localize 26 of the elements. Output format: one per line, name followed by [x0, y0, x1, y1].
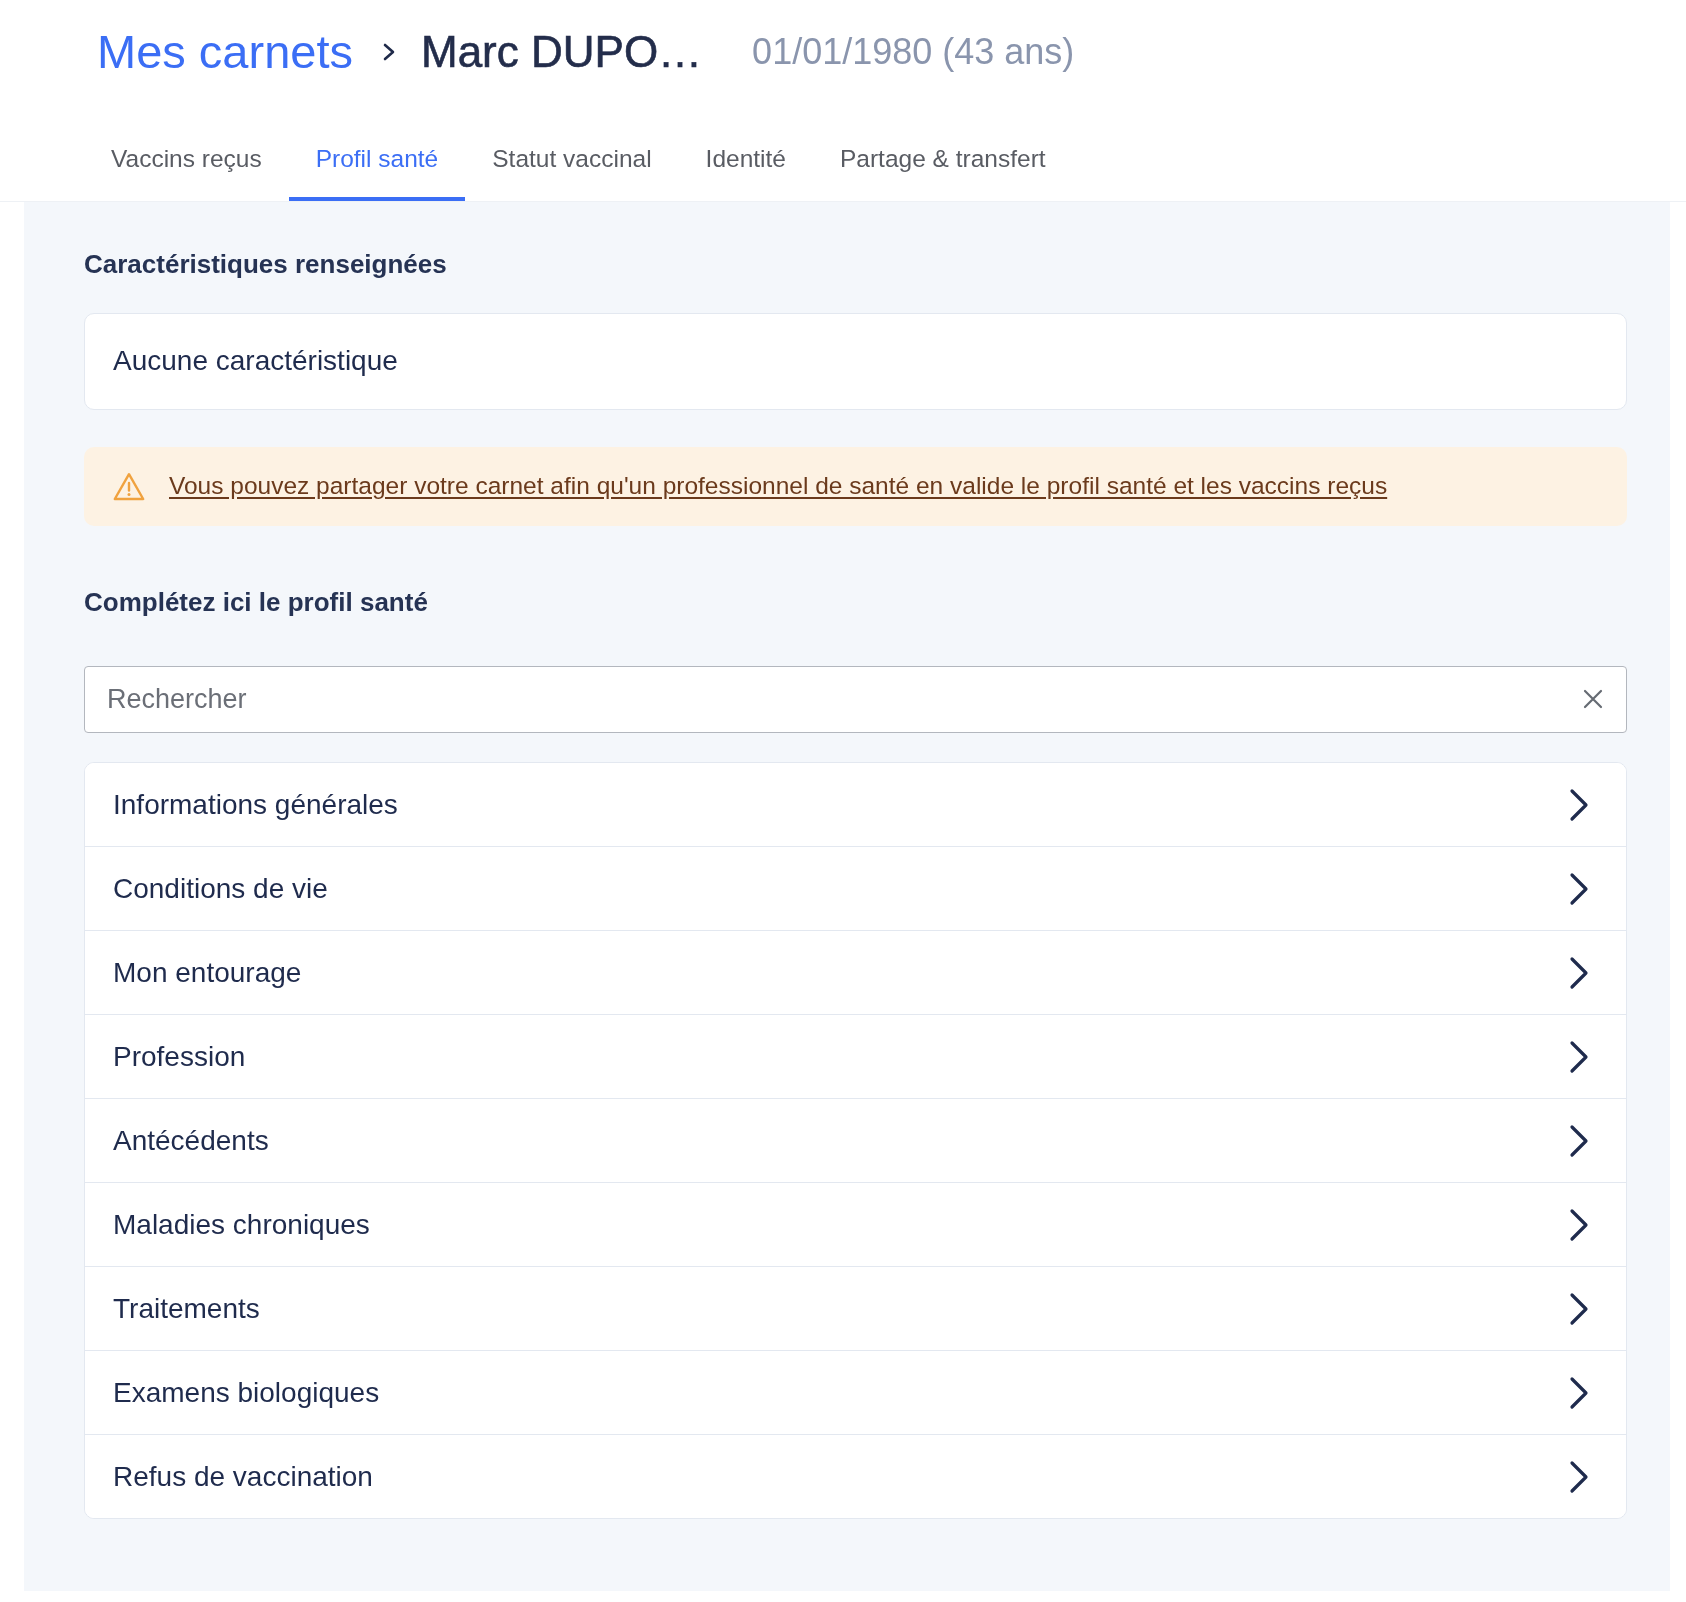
section-heading: Complétez ici le profil santé	[84, 587, 429, 617]
section-heading: Caractéristiques renseignées	[84, 249, 448, 279]
patient-name: Marc DUPO…	[421, 26, 703, 78]
tab[interactable]: Partage & transfert	[812, 125, 1073, 201]
birth-date: 01/01/1980 (43 ans)	[752, 30, 1075, 74]
chevron-right-icon	[1569, 955, 1589, 990]
empty-state-text: Aucune caractéristique	[113, 345, 398, 376]
breadcrumb-link[interactable]: Mes carnets	[97, 25, 353, 79]
chevron-right-icon	[1569, 787, 1589, 822]
clear-button[interactable]	[1581, 687, 1605, 711]
chevron-right-icon	[1569, 1291, 1589, 1326]
tab[interactable]: Identité	[678, 125, 813, 201]
share-link[interactable]: Vous pouvez partager votre carnet afin qu'un professionnel de santé en valide le profil santé et les vaccins reçus	[169, 471, 1388, 501]
tab[interactable]: Statut vaccinal	[465, 125, 679, 201]
chevron-right-icon	[1569, 1207, 1589, 1242]
warning-icon	[113, 471, 145, 501]
chevron-right-icon	[1569, 1039, 1589, 1074]
search-field[interactable]: Rechercher	[84, 666, 1627, 733]
category-item[interactable]: Refus de vaccination	[85, 1434, 1626, 1518]
close-icon	[1583, 689, 1603, 709]
chevron-right-icon	[1569, 1459, 1589, 1494]
chevron-right-icon	[383, 43, 395, 61]
chevron-right-icon	[1569, 871, 1589, 906]
chevron-right-icon	[1569, 1375, 1589, 1410]
chevron-right-icon	[1569, 1123, 1589, 1158]
tab[interactable]: Vaccins reçus	[84, 125, 289, 201]
